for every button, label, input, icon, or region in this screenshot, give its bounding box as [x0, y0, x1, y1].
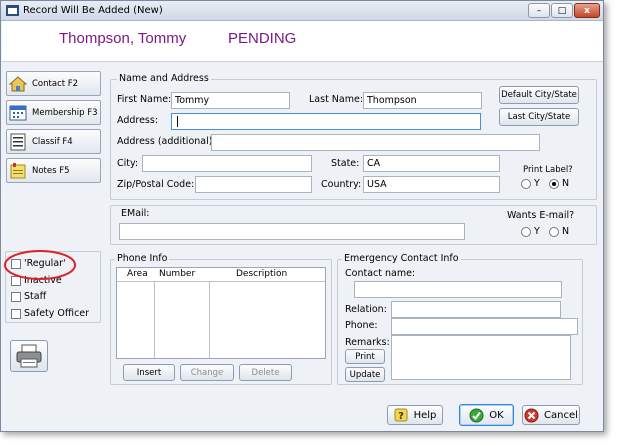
- address-input[interactable]: [171, 113, 481, 130]
- insert-button[interactable]: Insert: [123, 364, 175, 381]
- change-button[interactable]: Change: [180, 364, 234, 381]
- address-additional-input[interactable]: [211, 134, 540, 151]
- contact-name-input[interactable]: [354, 281, 562, 298]
- record-status: PENDING: [228, 30, 297, 47]
- remarks-label: Remarks:: [345, 337, 390, 348]
- help-icon: ?: [394, 408, 408, 422]
- email-label: EMail:: [121, 208, 150, 219]
- phone-header-divider: [117, 281, 325, 282]
- print-remarks-button[interactable]: Print: [345, 349, 385, 364]
- last-name-input[interactable]: Thompson: [363, 92, 482, 109]
- phone-col-description[interactable]: Description: [236, 269, 287, 279]
- emergency-label: Emergency Contact Info: [342, 253, 461, 264]
- delete-button[interactable]: Delete: [239, 364, 292, 381]
- house-icon: [9, 75, 27, 91]
- zip-label: Zip/Postal Code:: [117, 179, 195, 190]
- contact-name-label: Contact name:: [345, 268, 416, 279]
- staff-checkbox[interactable]: [11, 292, 21, 302]
- city-input[interactable]: [142, 155, 312, 172]
- cancel-icon: [524, 408, 539, 422]
- svg-text:?: ?: [398, 411, 404, 422]
- cancel-button[interactable]: Cancel: [522, 405, 580, 425]
- highlight-ellipse: [4, 250, 76, 280]
- minimize-button[interactable]: –: [528, 3, 550, 18]
- address-label: Address:: [117, 115, 159, 126]
- email-input[interactable]: [119, 223, 465, 240]
- help-button[interactable]: ? Help: [387, 405, 443, 425]
- country-label: Country:: [321, 179, 362, 190]
- print-label-y-radio[interactable]: [521, 179, 531, 189]
- country-input[interactable]: USA: [363, 176, 500, 193]
- update-button[interactable]: Update: [345, 367, 385, 382]
- zip-input[interactable]: [195, 176, 312, 193]
- staff-label: Staff: [24, 291, 47, 302]
- first-name-input[interactable]: Tommy: [171, 92, 290, 109]
- notes-icon: [10, 162, 26, 178]
- phone-label: Phone:: [345, 320, 378, 331]
- app-window: Record Will Be Added (New) – □ x Thompso…: [0, 0, 604, 432]
- safety-officer-label: Safety Officer: [24, 308, 90, 319]
- record-header: Thompson, Tommy PENDING: [2, 21, 603, 62]
- phone-info-label: Phone Info: [115, 253, 170, 264]
- wants-email-n-radio[interactable]: [549, 227, 559, 237]
- membership-button[interactable]: Membership F3: [6, 100, 101, 125]
- address-additional-label: Address (additional):: [117, 136, 216, 147]
- phone-col-divider: [154, 281, 155, 358]
- wants-email-label: Wants E-mail?: [507, 210, 575, 221]
- print-label-n-radio[interactable]: [549, 179, 559, 189]
- state-input[interactable]: CA: [363, 155, 500, 172]
- contact-button[interactable]: Contact F2: [6, 71, 101, 96]
- record-name: Thompson, Tommy: [59, 30, 187, 47]
- wants-email-y-radio[interactable]: [521, 227, 531, 237]
- app-icon: [6, 5, 19, 16]
- wants-email-y-label: Y: [534, 226, 540, 237]
- name-address-label: Name and Address: [117, 73, 211, 84]
- state-label: State:: [331, 158, 360, 169]
- phone-col-area[interactable]: Area: [127, 269, 148, 279]
- phone-list[interactable]: Area Number Description: [116, 267, 326, 359]
- title-bar[interactable]: Record Will Be Added (New) – □ x: [1, 1, 603, 21]
- print-label-n-label: N: [562, 178, 570, 189]
- list-icon: [10, 133, 26, 150]
- wants-email-n-label: N: [562, 226, 570, 237]
- print-record-button[interactable]: [10, 340, 48, 372]
- remarks-input[interactable]: [391, 335, 571, 380]
- print-label-y-label: Y: [534, 178, 540, 189]
- text-cursor: [177, 116, 178, 127]
- safety-officer-checkbox[interactable]: [11, 309, 21, 319]
- ok-button[interactable]: OK: [459, 404, 514, 426]
- printer-icon: [16, 344, 42, 368]
- emergency-phone-input[interactable]: [391, 318, 578, 335]
- default-city-state-button[interactable]: Default City/State: [499, 86, 579, 104]
- close-button[interactable]: x: [574, 3, 600, 18]
- notes-button[interactable]: Notes F5: [6, 158, 101, 183]
- relation-input[interactable]: [391, 301, 561, 318]
- print-label-title: Print Label?: [523, 165, 573, 175]
- window-title: Record Will Be Added (New): [23, 5, 163, 16]
- last-name-label: Last Name:: [309, 94, 364, 105]
- phone-col-number[interactable]: Number: [159, 269, 195, 279]
- checkmark-icon: [469, 408, 484, 422]
- calendar-icon: [9, 105, 27, 120]
- last-city-state-button[interactable]: Last City/State: [499, 108, 579, 126]
- city-label: City:: [117, 158, 139, 169]
- maximize-button[interactable]: □: [551, 3, 573, 18]
- phone-col-divider: [209, 281, 210, 358]
- first-name-label: First Name:: [117, 94, 172, 105]
- relation-label: Relation:: [345, 304, 387, 315]
- classif-button[interactable]: Classif F4: [6, 129, 101, 154]
